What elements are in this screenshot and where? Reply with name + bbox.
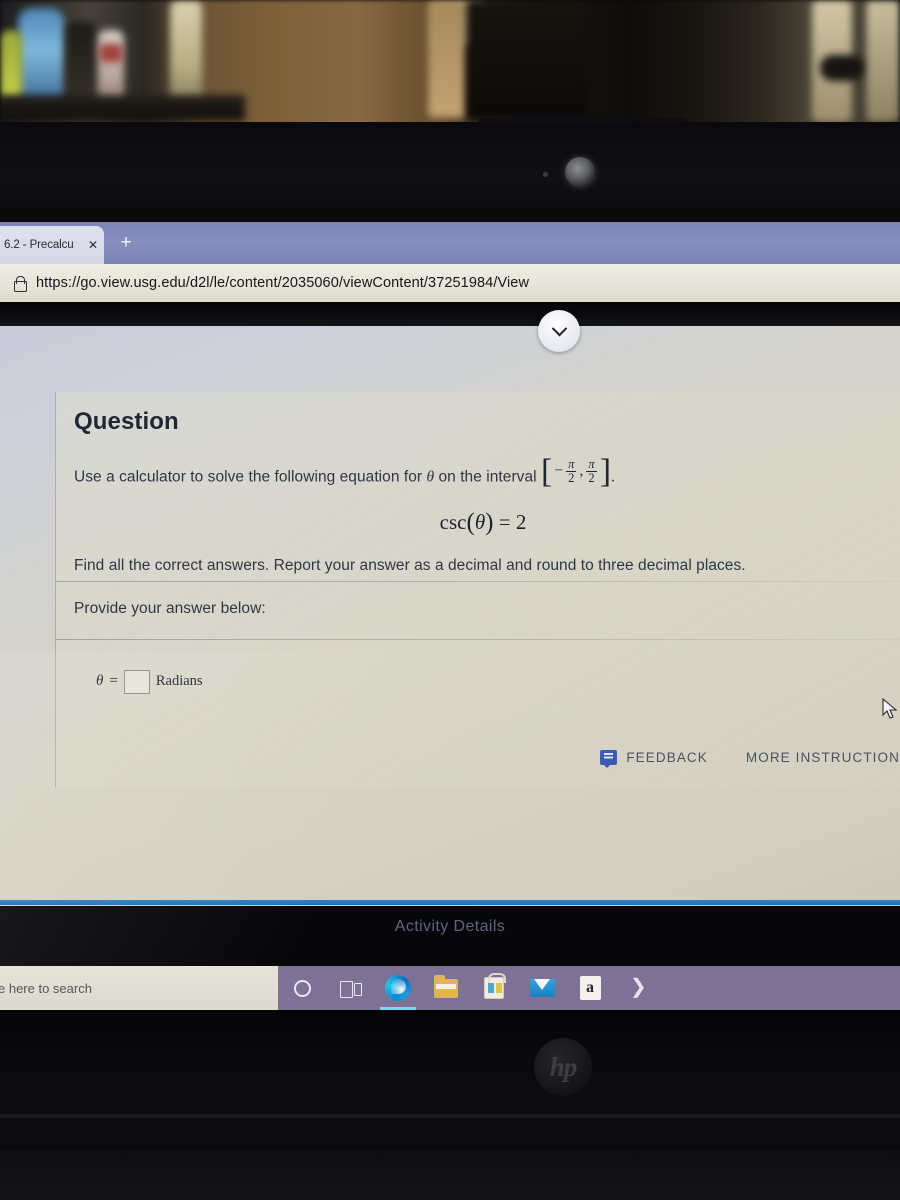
page-title: Question: [74, 408, 179, 435]
question-card: Question Use a calculator to solve the f…: [55, 392, 900, 787]
prompt-period: .: [611, 468, 616, 486]
equation-display: csc(θ) = 2: [74, 509, 892, 537]
taskbar-search-box[interactable]: e here to search: [0, 966, 278, 1010]
laptop-top-bezel: [0, 122, 900, 222]
dark-doorway: [466, 0, 586, 120]
collapse-header-button[interactable]: [538, 310, 580, 352]
laptop-photo-scene: 6.2 - Precalcu ✕ + https://go.view.usg.e…: [0, 0, 900, 1200]
taskbar-item-file-explorer[interactable]: [422, 966, 470, 1010]
accent-rule: [0, 900, 900, 905]
interval-open-bracket: [: [540, 453, 553, 491]
green-bottle: [0, 30, 22, 100]
browser-chrome-gap: [0, 302, 900, 326]
provide-answer-label: Provide your answer below:: [74, 600, 266, 618]
lock-icon: [12, 275, 27, 292]
mail-icon: [529, 979, 555, 997]
microsoft-store-icon: [484, 973, 506, 999]
interval-lower-fraction: π 2: [566, 457, 577, 486]
prompt-prefix: Use a calculator to solve the following …: [74, 468, 423, 486]
webcam-icon: [565, 157, 595, 187]
shelf-edge: [0, 95, 245, 121]
room-background: [0, 0, 900, 128]
more-instruction-button[interactable]: MORE INSTRUCTION: [746, 750, 900, 765]
interval-upper-denominator: 2: [586, 471, 597, 486]
equation-open-paren: (: [466, 508, 475, 536]
taskbar-search-text: e here to search: [0, 980, 92, 996]
answer-equals: =: [109, 673, 118, 690]
feedback-bubble-icon: [600, 749, 618, 769]
feedback-button[interactable]: FEEDBACK: [600, 749, 708, 769]
card-action-bar: FEEDBACK MORE INSTRUCTION: [56, 749, 900, 787]
feedback-label: FEEDBACK: [626, 749, 708, 765]
file-explorer-icon: [434, 974, 458, 998]
taskbar-item-task-view[interactable]: [326, 966, 374, 1010]
dark-object: [66, 22, 96, 102]
equation-variable: θ: [474, 509, 486, 534]
question-instruction: Find all the correct answers. Report you…: [74, 556, 746, 574]
interval-lower-denominator: 2: [566, 471, 577, 486]
taskbar-item-bolt[interactable]: ❯: [614, 966, 662, 1010]
hp-brand-logo: hp: [534, 1038, 592, 1096]
interval-upper-numerator: π: [588, 457, 595, 471]
answer-row: θ = Radians: [96, 669, 203, 694]
bolt-icon: ❯: [630, 976, 647, 998]
interval-close-bracket: ]: [599, 453, 612, 491]
prompt-middle: on the interval: [438, 468, 537, 486]
address-bar[interactable]: https://go.view.usg.edu/d2l/le/content/2…: [0, 264, 900, 302]
more-instruction-label: MORE INSTRUCTION: [745, 749, 900, 765]
chevron-down-icon: [551, 320, 567, 336]
amazon-icon: a: [579, 976, 601, 1000]
spray-bottle-label: [100, 44, 122, 62]
prompt-variable: θ: [426, 468, 435, 486]
answer-input-zone: θ = Radians: [56, 640, 900, 750]
close-icon[interactable]: ✕: [86, 239, 100, 251]
blue-bottle: [18, 8, 64, 103]
interval-lower-sign: −: [554, 462, 564, 480]
browser-tab-active[interactable]: 6.2 - Precalcu ✕: [0, 226, 104, 264]
equation-value: 2: [515, 509, 527, 534]
tab-title: 6.2 - Precalcu: [4, 239, 74, 251]
task-view-icon: [340, 980, 362, 998]
taskbar-item-microsoft-store[interactable]: [470, 966, 518, 1010]
tall-candle: [170, 0, 202, 110]
door-frame: [428, 0, 466, 118]
windows-taskbar: e here to search a ❯: [0, 966, 900, 1010]
right-door-panel-2: [866, 0, 900, 122]
cortana-icon: [293, 979, 311, 997]
url-text: https://go.view.usg.edu/d2l/le/content/2…: [36, 275, 530, 291]
page-content: Question Use a calculator to solve the f…: [0, 310, 900, 1200]
edge-icon: [385, 975, 411, 1001]
question-prompt: Use a calculator to solve the following …: [74, 453, 892, 491]
equation-equals: =: [498, 509, 511, 534]
answer-input[interactable]: [123, 669, 150, 694]
answer-unit-label: Radians: [155, 673, 203, 690]
taskbar-icon-group: a ❯: [278, 966, 662, 1010]
laptop-shell-band: [0, 1114, 900, 1118]
taskbar-item-cortana[interactable]: [278, 966, 326, 1010]
webcam-indicator-led: [543, 172, 548, 177]
interval-separator: ,: [579, 462, 584, 480]
equation-function: csc: [439, 509, 467, 534]
laptop-shell-bottom: [0, 1150, 900, 1200]
activity-details-heading: Activity Details: [394, 918, 506, 935]
taskbar-item-edge[interactable]: [374, 966, 422, 1010]
taskbar-item-mail[interactable]: [518, 966, 566, 1010]
interval-notation: [ − π 2 , π 2 ]: [540, 453, 612, 491]
door-knob: [820, 55, 864, 81]
interval-upper-fraction: π 2: [586, 457, 597, 486]
answer-variable: θ: [96, 673, 104, 690]
taskbar-item-amazon[interactable]: a: [566, 966, 614, 1010]
new-tab-button[interactable]: +: [112, 230, 140, 258]
equation-close-paren: ): [485, 508, 494, 536]
interval-lower-numerator: π: [568, 457, 575, 471]
